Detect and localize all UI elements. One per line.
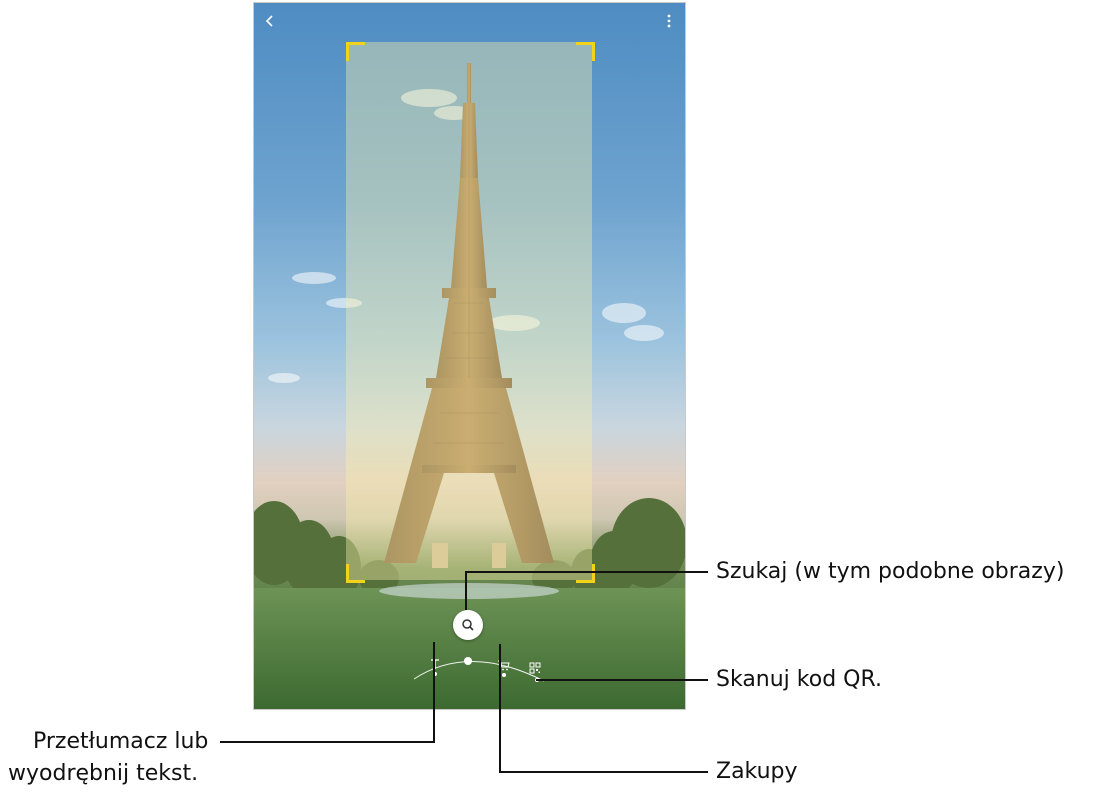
callout-translate-line1: Przetłumacz lub	[33, 729, 209, 754]
callout-translate-line2: wyodrębnij tekst.	[8, 761, 199, 786]
callout-search: Szukaj (w tym podobne obrazy)	[716, 559, 1065, 584]
callout-shopping: Zakupy	[716, 759, 798, 784]
callout-leader-lines	[220, 571, 708, 773]
callout-qr: Skanuj kod QR.	[716, 667, 882, 692]
